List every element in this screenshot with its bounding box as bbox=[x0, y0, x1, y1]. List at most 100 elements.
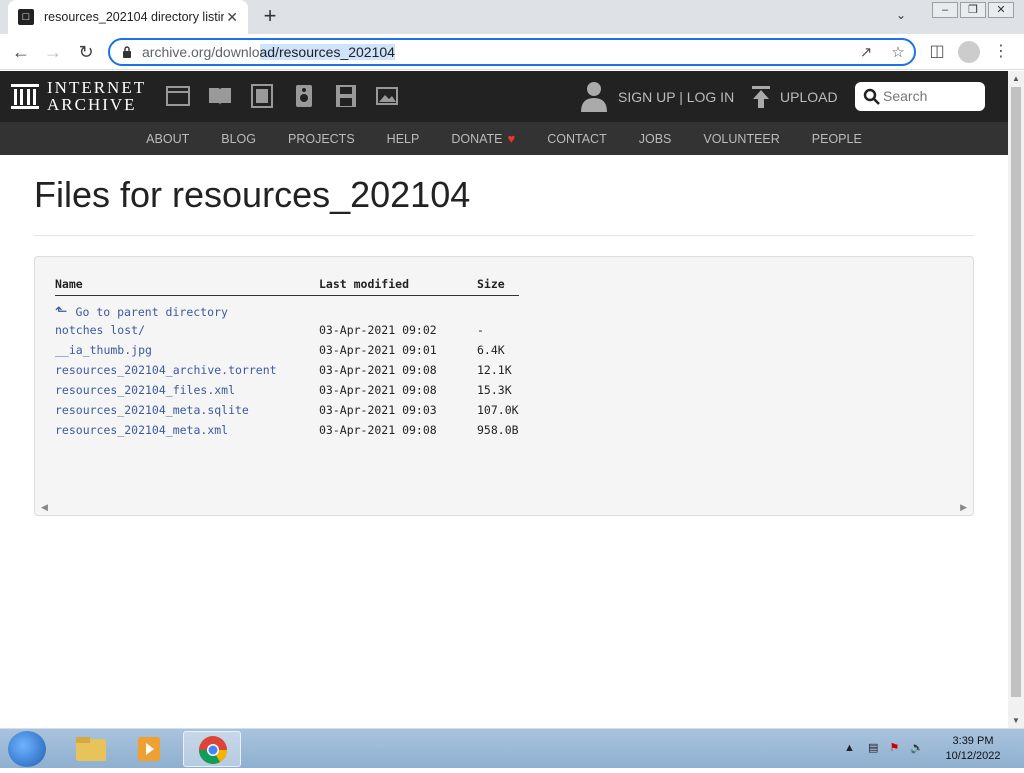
file-link[interactable]: resources_202104_meta.xml bbox=[55, 423, 228, 437]
parent-arrow-icon: ⬑ bbox=[55, 302, 68, 320]
web-icon[interactable] bbox=[165, 84, 191, 108]
minimize-button[interactable]: – bbox=[932, 2, 958, 18]
volume-icon[interactable]: 🔈 bbox=[910, 742, 924, 754]
menu-kebab-icon[interactable]: ⋮ bbox=[990, 41, 1012, 63]
tab-bar: □ resources_202104 directory listin ✕ + … bbox=[0, 0, 1024, 34]
chrome-taskbar-icon[interactable] bbox=[183, 731, 241, 767]
start-button[interactable] bbox=[8, 731, 46, 767]
file-name-cell: resources_202104_files.xml bbox=[55, 380, 319, 400]
profile-avatar[interactable] bbox=[958, 41, 980, 63]
file-name-cell: resources_202104_meta.xml bbox=[55, 420, 319, 440]
empty-cell bbox=[477, 296, 519, 321]
clock-time: 3:39 PM bbox=[952, 735, 994, 747]
tray-expand-icon[interactable]: ▲ bbox=[844, 742, 855, 754]
reload-icon[interactable]: ↻ bbox=[75, 41, 97, 63]
file-modified: 03-Apr-2021 09:03 bbox=[319, 403, 437, 417]
file-modified: 03-Apr-2021 09:08 bbox=[319, 363, 437, 377]
scroll-down-icon[interactable]: ▼ bbox=[1012, 716, 1020, 725]
ia-search-box[interactable]: Search bbox=[855, 82, 985, 111]
file-link[interactable]: resources_202104_files.xml bbox=[55, 383, 235, 397]
close-window-button[interactable]: ✕ bbox=[988, 2, 1014, 18]
file-name-cell: resources_202104_archive.torrent bbox=[55, 360, 319, 380]
video-film-icon[interactable] bbox=[249, 84, 275, 108]
url-unselected: archive.org/downlo bbox=[142, 44, 260, 60]
file-modified: 03-Apr-2021 09:01 bbox=[319, 343, 437, 357]
images-picture-icon[interactable] bbox=[375, 84, 401, 108]
scroll-right-icon[interactable]: ▶ bbox=[960, 502, 967, 513]
browser-tab[interactable]: □ resources_202104 directory listin ✕ bbox=[8, 0, 248, 34]
file-name-cell: __ia_thumb.jpg bbox=[55, 340, 319, 360]
audio-speaker-icon[interactable] bbox=[291, 84, 317, 108]
browser-toolbar: ← → ↻ archive.org/download/resources_202… bbox=[0, 34, 1024, 70]
side-panel-icon[interactable]: ◫ bbox=[926, 41, 948, 63]
page-scrollbar[interactable]: ▲ ▼ bbox=[1008, 71, 1024, 728]
table-row: resources_202104_meta.xml 03-Apr-2021 09… bbox=[55, 420, 519, 440]
lock-icon bbox=[123, 46, 131, 58]
logo-line-1: INTERNET bbox=[47, 78, 147, 97]
software-floppy-icon[interactable] bbox=[333, 84, 359, 108]
upload-arrow-icon[interactable] bbox=[750, 85, 772, 109]
clock-date: 10/12/2022 bbox=[945, 750, 1001, 762]
url-text[interactable]: archive.org/download/resources_202104 bbox=[142, 44, 395, 60]
scroll-up-icon[interactable]: ▲ bbox=[1012, 74, 1020, 83]
nav-volunteer[interactable]: VOLUNTEER bbox=[703, 132, 779, 146]
table-row: resources_202104_archive.torrent 03-Apr-… bbox=[55, 360, 519, 380]
table-row: resources_202104_meta.sqlite 03-Apr-2021… bbox=[55, 400, 519, 420]
nav-jobs[interactable]: JOBS bbox=[639, 132, 672, 146]
file-modified: 03-Apr-2021 09:08 bbox=[319, 383, 437, 397]
texts-book-icon[interactable] bbox=[207, 84, 233, 108]
share-icon[interactable]: ↗ bbox=[856, 43, 876, 63]
back-arrow-icon[interactable]: ← bbox=[10, 41, 32, 63]
nav-about[interactable]: ABOUT bbox=[146, 132, 189, 146]
scroll-left-icon[interactable]: ◀ bbox=[41, 502, 48, 513]
parent-directory-link[interactable]: Go to parent directory bbox=[76, 305, 228, 319]
file-size: 12.1K bbox=[477, 363, 512, 377]
files-table: Name Last modified Size ⬑ Go to parent di… bbox=[55, 277, 519, 440]
file-link[interactable]: resources_202104_meta.sqlite bbox=[55, 403, 249, 417]
file-size: - bbox=[477, 323, 484, 337]
file-link[interactable]: __ia_thumb.jpg bbox=[55, 343, 152, 357]
url-selected: ad/resources_202104 bbox=[259, 44, 395, 60]
nav-projects[interactable]: PROJECTS bbox=[288, 132, 355, 146]
file-link[interactable]: resources_202104_archive.torrent bbox=[55, 363, 277, 377]
tab-search-chevron-icon[interactable]: ⌄ bbox=[896, 8, 906, 22]
file-size: 6.4K bbox=[477, 343, 505, 357]
bookmark-star-icon[interactable]: ☆ bbox=[888, 43, 908, 63]
heart-icon: ♥ bbox=[507, 131, 516, 146]
address-bar[interactable]: archive.org/download/resources_202104 ↗ … bbox=[108, 38, 916, 66]
restore-button[interactable]: ❐ bbox=[960, 2, 986, 18]
tab-close-icon[interactable]: ✕ bbox=[226, 9, 238, 26]
signup-login-link[interactable]: SIGN UP | LOG IN bbox=[618, 89, 734, 105]
nav-blog[interactable]: BLOG bbox=[221, 132, 256, 146]
internet-archive-logo-text[interactable]: INTERNET ARCHIVE bbox=[47, 79, 146, 113]
column-header-modified[interactable]: Last modified bbox=[319, 277, 477, 296]
directory-listing: Name Last modified Size ⬑ Go to parent di… bbox=[34, 256, 974, 516]
column-header-name[interactable]: Name bbox=[55, 277, 319, 296]
media-player-taskbar-icon[interactable] bbox=[122, 731, 180, 767]
nav-people[interactable]: PEOPLE bbox=[812, 132, 862, 146]
user-avatar-icon[interactable] bbox=[580, 80, 608, 112]
network-icon[interactable]: ▤ bbox=[868, 742, 878, 754]
new-tab-button[interactable]: + bbox=[258, 5, 282, 29]
scrollbar-thumb[interactable] bbox=[1011, 87, 1021, 697]
nav-help[interactable]: HELP bbox=[387, 132, 420, 146]
internet-archive-logo-icon[interactable] bbox=[10, 81, 40, 111]
file-modified: 03-Apr-2021 09:02 bbox=[319, 323, 437, 337]
file-link[interactable]: notches lost/ bbox=[55, 323, 145, 337]
empty-cell bbox=[319, 296, 477, 321]
table-header-row: Name Last modified Size bbox=[55, 277, 519, 296]
system-tray: ▲ ▤ ⚑ 🔈 bbox=[844, 741, 924, 754]
explorer-taskbar-icon[interactable] bbox=[62, 731, 120, 767]
file-size: 15.3K bbox=[477, 383, 512, 397]
parent-directory-row: ⬑ Go to parent directory bbox=[55, 296, 519, 321]
column-header-size[interactable]: Size bbox=[477, 277, 519, 296]
nav-contact[interactable]: CONTACT bbox=[547, 132, 607, 146]
forward-arrow-icon[interactable]: → bbox=[42, 41, 64, 63]
nav-donate[interactable]: DONATE ♥ bbox=[451, 131, 515, 146]
file-size: 107.0K bbox=[477, 403, 519, 417]
taskbar-clock[interactable]: 3:39 PM 10/12/2022 bbox=[930, 734, 1016, 764]
upload-link[interactable]: UPLOAD bbox=[780, 89, 838, 105]
search-icon bbox=[863, 88, 880, 105]
parent-directory-cell[interactable]: ⬑ Go to parent directory bbox=[55, 296, 319, 320]
action-center-flag-icon[interactable]: ⚑ bbox=[889, 742, 899, 754]
